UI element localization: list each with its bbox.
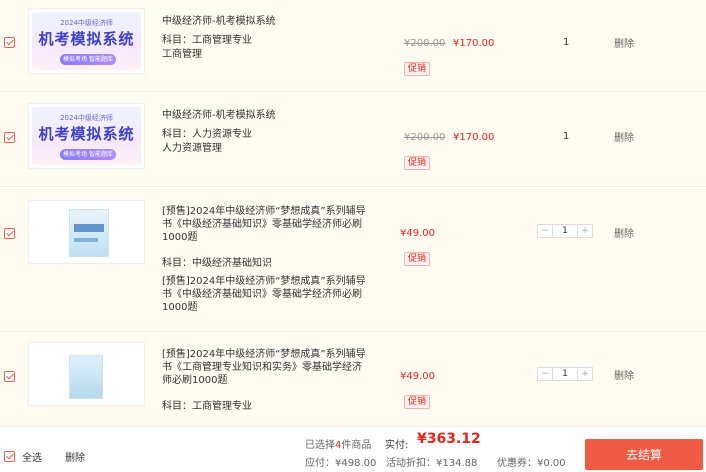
payable-amount: 应付：¥498.00: [305, 458, 377, 469]
quantity-stepper: − 1 +: [537, 224, 593, 238]
banner-name: 机考模拟系统: [38, 30, 135, 48]
delete-link[interactable]: 删除: [614, 35, 634, 50]
current-price: ¥49.00: [400, 371, 435, 382]
promo-badge[interactable]: 促销: [404, 395, 431, 409]
item-checkbox[interactable]: [4, 132, 15, 143]
delete-link[interactable]: 删除: [614, 225, 634, 240]
product-subject: 科目：人力资源专业: [162, 129, 252, 140]
product-desc: 人力资源管理: [162, 143, 222, 154]
selected-prefix: 已选择: [305, 440, 335, 451]
select-all-label[interactable]: 全选: [22, 449, 42, 464]
quantity-input[interactable]: 1: [552, 225, 578, 237]
book-cover: [69, 209, 109, 257]
bulk-delete-link[interactable]: 删除: [65, 449, 85, 464]
coupon-amount: 优惠券：¥0.00: [497, 458, 566, 469]
delete-link[interactable]: 删除: [614, 367, 634, 382]
product-thumbnail[interactable]: 2024中级经济师 机考模拟系统 模拟考场 智能题库: [28, 8, 145, 74]
promo-badge[interactable]: 促销: [404, 252, 431, 266]
cart-item: 2024中级经济师 机考模拟系统 模拟考场 智能题库 中级经济师-机考模拟系统 …: [0, 0, 706, 92]
product-banner: 2024中级经济师 机考模拟系统 模拟考场 智能题库: [32, 12, 141, 70]
product-subject: 科目：工商管理专业: [162, 35, 252, 46]
item-checkbox[interactable]: [4, 371, 15, 382]
product-subject: 科目：中级经济基础知识: [162, 258, 272, 269]
discount-amount: 活动折扣：¥134.88: [386, 458, 478, 469]
quantity: 1: [563, 131, 570, 142]
original-price: ¥200.00: [404, 132, 446, 143]
decrease-button[interactable]: −: [538, 225, 552, 237]
checkout-button[interactable]: 去结算: [585, 439, 703, 470]
current-price: ¥170.00: [453, 38, 495, 49]
item-checkbox[interactable]: [4, 37, 15, 48]
product-thumbnail[interactable]: [28, 342, 145, 406]
product-title[interactable]: [预售]2024年中级经济师“梦想成真”系列辅导书《工商管理专业知识和实务》零基…: [162, 348, 367, 387]
delete-link[interactable]: 删除: [614, 129, 634, 144]
increase-button[interactable]: +: [578, 368, 592, 380]
select-all-checkbox[interactable]: [4, 451, 15, 462]
banner-year: 2024中级经济师: [60, 114, 113, 122]
banner-year: 2024中级经济师: [60, 19, 113, 27]
increase-button[interactable]: +: [578, 225, 592, 237]
banner-tag: 模拟考场 智能题库: [60, 149, 116, 160]
checkout-bar: 全选 删除 已选择4件商品 实付: ¥363.12 应付：¥498.00 活动折…: [0, 426, 706, 472]
banner-tag: 模拟考场 智能题库: [60, 54, 116, 65]
cart-item: 2024中级经济师 机考模拟系统 模拟考场 智能题库 中级经济师-机考模拟系统 …: [0, 93, 706, 187]
promo-badge[interactable]: 促销: [404, 156, 431, 170]
current-price: ¥170.00: [453, 132, 495, 143]
product-desc: 工商管理: [162, 49, 202, 60]
selected-suffix: 件商品: [341, 440, 372, 451]
quantity-stepper: − 1 +: [537, 367, 593, 381]
current-price: ¥49.00: [400, 228, 435, 239]
product-desc: [预售]2024年中级经济师“梦想成真”系列辅导书《中级经济基础知识》零基础学经…: [162, 276, 366, 313]
product-subject: 科目：工商管理专业: [162, 401, 252, 412]
decrease-button[interactable]: −: [538, 368, 552, 380]
banner-name: 机考模拟系统: [38, 125, 135, 143]
actual-pay-label: 实付:: [385, 440, 409, 451]
item-checkbox[interactable]: [4, 228, 15, 239]
original-price: ¥200.00: [404, 38, 446, 49]
product-thumbnail[interactable]: 2024中级经济师 机考模拟系统 模拟考场 智能题库: [28, 103, 145, 169]
quantity-input[interactable]: 1: [552, 368, 578, 380]
cart-item: [预售]2024年中级经济师“梦想成真”系列辅导书《工商管理专业知识和实务》零基…: [0, 333, 706, 426]
product-banner: 2024中级经济师 机考模拟系统 模拟考场 智能题库: [32, 107, 141, 165]
quantity: 1: [563, 37, 570, 48]
book-cover: [69, 355, 103, 399]
cart-item: [预售]2024年中级经济师“梦想成真”系列辅导书《中级经济基础知识》零基础学经…: [0, 188, 706, 332]
actual-pay-value: ¥363.12: [417, 431, 481, 447]
product-title[interactable]: 中级经济师-机考模拟系统: [162, 15, 367, 28]
product-title[interactable]: 中级经济师-机考模拟系统: [162, 109, 367, 122]
promo-badge[interactable]: 促销: [404, 62, 431, 76]
selected-summary: 已选择4件商品: [305, 436, 371, 451]
product-thumbnail[interactable]: [28, 200, 145, 264]
product-title[interactable]: [预售]2024年中级经济师“梦想成真”系列辅导书《中级经济基础知识》零基础学经…: [162, 205, 367, 244]
